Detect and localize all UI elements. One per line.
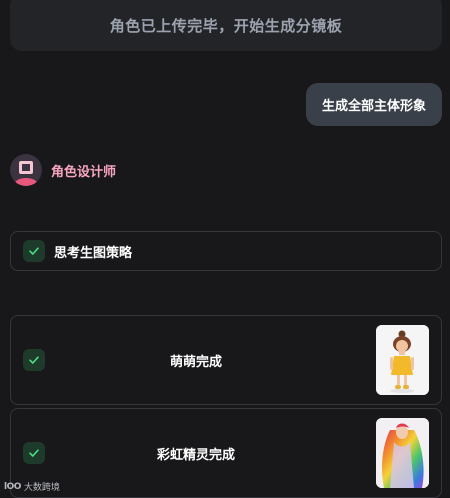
character-thumbnail[interactable]	[376, 418, 429, 488]
check-icon	[23, 240, 45, 262]
watermark-text: 大数跨境	[23, 483, 60, 493]
character-thumbnail[interactable]	[376, 325, 429, 395]
status-banner: 角色已上传完毕，开始生成分镜板	[10, 0, 442, 51]
cartoon-girl-yellow-dress-icon	[376, 325, 429, 395]
status-banner-text: 角色已上传完毕，开始生成分镜板	[109, 17, 343, 35]
agent-name: 角色设计师	[51, 164, 117, 180]
user-message-bubble: 生成全部主体形象	[305, 83, 442, 126]
watermark-logo-icon: lOO	[4, 481, 21, 492]
result-label: 彩虹精灵完成	[156, 447, 235, 463]
strategy-step-label: 思考生图策略	[54, 245, 133, 261]
rainbow-hair-fairy-icon	[376, 418, 429, 488]
result-label: 萌萌完成	[169, 354, 222, 370]
watermark: lOO 大数跨境	[4, 480, 60, 494]
result-card[interactable]: 萌萌完成	[10, 315, 442, 405]
strategy-step-card[interactable]: 思考生图策略	[10, 231, 442, 271]
agent-header: 角色设计师	[10, 154, 116, 186]
check-icon	[23, 442, 45, 464]
result-card[interactable]: 彩虹精灵完成	[10, 408, 442, 498]
check-icon	[23, 349, 45, 371]
agent-avatar-icon	[10, 154, 42, 186]
